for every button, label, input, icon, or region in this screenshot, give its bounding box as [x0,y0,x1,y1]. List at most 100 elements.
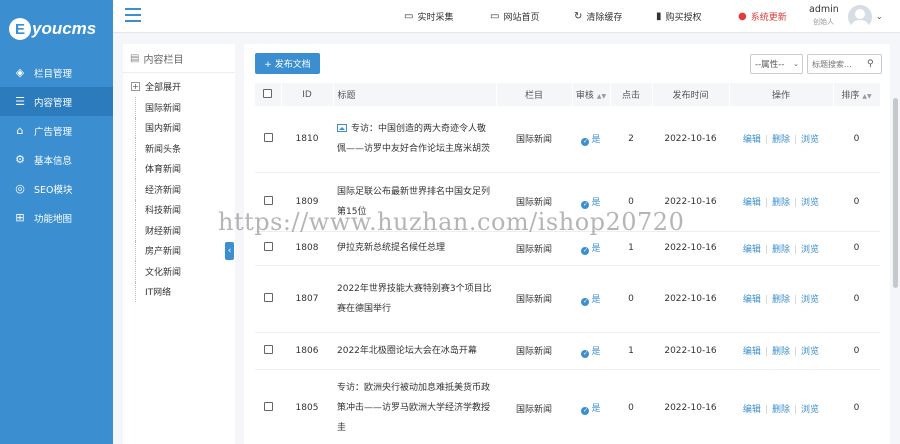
row-time: 2022-10-16 [652,231,729,266]
sort-icon: ▲▼ [596,93,607,100]
tree-item[interactable]: 房产新闻 [123,240,235,262]
row-title-cell[interactable]: 2022年世界技能大赛特别赛3个项目比赛在德国举行 [333,265,496,333]
row-audit[interactable]: ✓ 是 [572,369,610,444]
row-checkbox[interactable] [263,402,273,411]
col-header-time: 发布时间 [652,83,730,106]
user-info[interactable]: admin 创始人 [809,4,839,27]
row-title-cell[interactable]: 国际足联公布最新世界排名中国女足列第15位 [333,172,496,232]
delete-link[interactable]: 删除 [772,135,790,145]
row-title-cell[interactable]: 2022年北极圈论坛大会在冰岛开幕 [333,332,496,370]
search-icon[interactable]: ⚲ [867,59,874,69]
vertical-scrollbar[interactable] [893,98,898,288]
row-title-cell[interactable]: 伊拉克新总统提名候任总理 [333,231,496,266]
row-clicks: 2 [610,106,652,173]
avatar[interactable] [848,5,872,29]
tree-item[interactable]: 科技新闻 [123,199,235,221]
table-row: 1808 伊拉克新总统提名候任总理 国际新闻 ✓ 是 1 2022-10-16 编… [255,231,880,266]
check-circle-icon: ✓ [581,297,590,306]
delete-link[interactable]: 删除 [772,198,790,208]
tree-item[interactable]: 经济新闻 [123,179,235,200]
row-sort: 0 [833,231,880,266]
menu-toggle-icon[interactable] [125,8,141,22]
sidebar-nav: ◈ 栏目管理 ☰ 内容管理 ⌂ 广告管理 ⚙ 基本信息 ◎ SEO模块 ⊞ 功能地图 [0,58,113,232]
publish-document-button[interactable]: + 发布文档 [255,53,320,74]
sidebar-item-seo[interactable]: ◎ SEO模块 [0,174,113,203]
row-checkbox[interactable] [263,292,273,302]
view-link[interactable]: 浏览 [801,405,819,415]
divider: | [764,244,768,255]
col-header-sort[interactable]: 排序 ▲▼ [833,83,881,106]
layers-icon: ◈ [15,66,25,79]
check-circle-icon: ✓ [581,349,590,358]
row-title-cell[interactable]: 专访：欧洲央行被动加息难抵美货币政策冲击——访罗马欧洲大学经济学教授圭 [333,369,496,444]
tree-item[interactable]: 体育新闻 [123,158,235,180]
tree-item[interactable]: 文化新闻 [123,261,235,282]
clear-cache-link[interactable]: ↻ 清除缓存 [574,0,622,32]
sidebar-item-column-management[interactable]: ◈ 栏目管理 [0,58,113,87]
divider: | [764,404,768,415]
row-actions: 编辑 | 删除 | 浏览 [729,265,833,333]
collect-link[interactable]: ▭ 实时采集 [404,0,453,32]
expand-all-label: 全部展开 [145,83,182,93]
attribute-select[interactable]: --属性-- ⌄ [750,54,803,74]
tree-item[interactable]: 国际新闻 [123,97,235,118]
row-checkbox[interactable] [263,132,273,142]
monitor-icon: ▭ [404,10,414,22]
edit-link[interactable]: 编辑 [743,347,761,357]
logo[interactable]: E youcms [0,0,113,58]
edit-link[interactable]: 编辑 [743,405,761,415]
tree-item[interactable]: 财经新闻 [123,220,235,241]
row-audit[interactable]: ✓ 是 [572,106,610,173]
view-link[interactable]: 浏览 [801,198,819,208]
tree-item-label: 体育新闻 [145,165,182,176]
system-update-link[interactable]: ● 系统更新 [738,0,787,32]
sidebar-item-content-management[interactable]: ☰ 内容管理 [0,87,113,116]
sidebar-item-basic-info[interactable]: ⚙ 基本信息 [0,145,113,174]
table-header-row: ID 标题 栏目 审核 ▲▼ 点击 发布时间 操作 排序 ▲▼ [255,83,881,106]
row-checkbox[interactable] [263,344,273,354]
delete-link[interactable]: 删除 [772,405,790,415]
sidebar-item-ad-management[interactable]: ⌂ 广告管理 [0,116,113,145]
document-table: ID 标题 栏目 审核 ▲▼ 点击 发布时间 操作 排序 ▲▼ 1810 专访：中国… [255,83,881,444]
row-audit[interactable]: ✓ 是 [572,265,610,333]
row-checkbox[interactable] [263,242,273,251]
buy-license-link[interactable]: ▮ 购买授权 [656,0,702,32]
attribute-select-value: --属性-- [755,60,785,70]
row-audit[interactable]: ✓ 是 [572,172,610,232]
sort-icon: ▲▼ [862,93,872,100]
delete-link[interactable]: 删除 [772,347,790,357]
row-checkbox[interactable] [263,195,273,205]
view-link[interactable]: 浏览 [801,135,819,145]
sidebar-item-label: 功能地图 [34,213,73,225]
view-link[interactable]: 浏览 [801,295,819,305]
row-clicks: 1 [610,231,652,266]
row-audit[interactable]: ✓ 是 [572,231,610,266]
row-clicks: 0 [610,172,652,232]
tree-item-label: 国内新闻 [145,124,182,135]
sidebar-item-feature-map[interactable]: ⊞ 功能地图 [0,203,113,232]
title-search-input[interactable] [808,59,865,69]
tree-item[interactable]: IT网络 [123,281,235,303]
view-link[interactable]: 浏览 [801,245,819,255]
collapse-tree-button[interactable]: ‹ [225,242,234,260]
row-audit[interactable]: ✓ 是 [572,332,610,370]
chevron-down-icon[interactable]: ⌄ [876,12,883,21]
edit-link[interactable]: 编辑 [743,198,761,208]
row-title: 伊拉克新总统提名候任总理 [337,243,446,253]
edit-link[interactable]: 编辑 [743,245,761,255]
category-tree: ▤ 内容栏目 + 全部展开 国际新闻 国内新闻 新闻头条 体育新闻 经济新闻 科技新… [123,44,235,444]
delete-link[interactable]: 删除 [772,245,790,255]
view-link[interactable]: 浏览 [801,347,819,357]
sidebar-item-label: 内容管理 [34,97,73,109]
tree-item[interactable]: 新闻头条 [123,138,235,159]
col-header-audit[interactable]: 审核 ▲▼ [572,83,611,106]
row-title-cell[interactable]: 专访：中国创造的两大奇迹令人敬佩——访罗中友好合作论坛主席米胡茨 [333,106,496,173]
delete-link[interactable]: 删除 [772,295,790,305]
row-time: 2022-10-16 [652,106,729,173]
edit-link[interactable]: 编辑 [743,135,761,145]
select-all-checkbox[interactable] [263,88,273,98]
expand-all[interactable]: + 全部展开 [123,76,235,97]
tree-item[interactable]: 国内新闻 [123,117,235,139]
edit-link[interactable]: 编辑 [743,295,761,305]
site-home-link[interactable]: ▭ 网站首页 [490,0,539,32]
